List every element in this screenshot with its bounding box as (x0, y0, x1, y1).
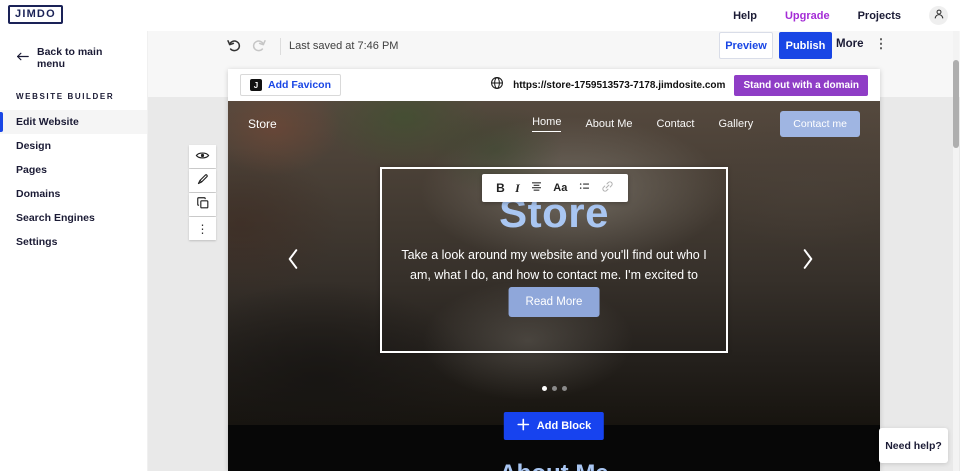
header-links: Help Upgrade Projects (733, 0, 960, 31)
redo-button[interactable] (251, 37, 267, 56)
align-center-button[interactable] (530, 180, 543, 196)
undo-icon (226, 37, 242, 56)
sidebar-item-settings[interactable]: Settings (0, 230, 147, 254)
upgrade-link[interactable]: Upgrade (785, 10, 830, 22)
more-label: More (836, 38, 863, 50)
sidebar-item-label: Design (16, 140, 51, 152)
bold-button[interactable]: B (496, 181, 505, 195)
scrollbar-track[interactable] (953, 31, 959, 471)
site-url-group: https://store-1759513573-7178.jimdosite.… (490, 75, 868, 96)
read-more-button[interactable]: Read More (509, 287, 600, 317)
carousel-next-button[interactable] (801, 248, 815, 273)
projects-link[interactable]: Projects (858, 10, 901, 22)
site-navbar: Store Home About Me Contact Gallery Cont… (228, 101, 880, 147)
carousel-dot-3[interactable] (562, 386, 567, 391)
kebab-menu-icon: ⋮ (874, 37, 887, 50)
undo-button[interactable] (226, 37, 242, 56)
favicon-bar: J Add Favicon https://store-1759513573-7… (228, 69, 880, 101)
sidebar-item-pages[interactable]: Pages (0, 158, 147, 182)
user-avatar[interactable] (929, 6, 948, 25)
nav-link-home[interactable]: Home (532, 116, 561, 132)
hide-block-button[interactable] (189, 145, 216, 168)
scrollbar-thumb[interactable] (953, 60, 959, 148)
sidebar: Back to main menu WEBSITE BUILDER Edit W… (0, 31, 148, 471)
domain-cta-button[interactable]: Stand out with a domain (734, 75, 868, 96)
chevron-left-icon (286, 258, 300, 273)
nav-link-contact[interactable]: Contact (657, 118, 695, 130)
website-preview: J Add Favicon https://store-1759513573-7… (228, 69, 880, 471)
nav-link-gallery[interactable]: Gallery (718, 118, 753, 130)
sidebar-section-title: WEBSITE BUILDER (0, 83, 147, 110)
kebab-menu-icon: ⋮ (197, 223, 209, 235)
sidebar-item-label: Settings (16, 236, 57, 248)
last-saved-status: Last saved at 7:46 PM (289, 40, 398, 52)
redo-icon (251, 37, 267, 56)
add-favicon-label: Add Favicon (268, 79, 331, 91)
sidebar-item-design[interactable]: Design (0, 134, 147, 158)
add-block-button[interactable]: Add Block (504, 412, 604, 440)
person-icon (933, 7, 945, 25)
need-help-button[interactable]: Need help? (879, 428, 948, 463)
font-style-button[interactable]: Aa (553, 182, 567, 194)
plus-icon (517, 418, 530, 434)
top-header: JIMDO Help Upgrade Projects (0, 0, 960, 31)
list-icon (578, 180, 591, 196)
chevron-right-icon (801, 258, 815, 273)
next-section-title-partial: About Me (499, 462, 608, 471)
back-label: Back to main menu (37, 46, 131, 70)
hero-block[interactable]: Store Home About Me Contact Gallery Cont… (228, 101, 880, 425)
main-area: Last saved at 7:46 PM Preview Publish Mo… (148, 31, 960, 471)
favicon-placeholder-icon: J (250, 79, 262, 91)
contact-me-button[interactable]: Contact me (780, 111, 860, 137)
site-brand[interactable]: Store (248, 117, 277, 131)
block-more-button[interactable]: ⋮ (189, 217, 216, 240)
site-nav-links: Home About Me Contact Gallery (532, 116, 753, 132)
sidebar-item-label: Pages (16, 164, 47, 176)
text-format-toolbar: B I Aa (482, 174, 628, 202)
copy-icon (196, 196, 210, 213)
carousel-dots (228, 386, 880, 391)
jimdo-editor: JIMDO Help Upgrade Projects Back to main (0, 0, 960, 471)
preview-button[interactable]: Preview (719, 32, 773, 59)
back-to-main-menu[interactable]: Back to main menu (0, 31, 147, 83)
sidebar-item-search-engines[interactable]: Search Engines (0, 206, 147, 230)
duplicate-block-button[interactable] (189, 193, 216, 216)
help-link[interactable]: Help (733, 10, 757, 22)
link-icon (601, 180, 614, 196)
style-block-button[interactable] (189, 169, 216, 192)
back-arrow-icon (16, 52, 29, 64)
add-favicon-button[interactable]: J Add Favicon (240, 74, 341, 96)
jimdo-logo[interactable]: JIMDO (8, 5, 63, 24)
carousel-dot-1[interactable] (542, 386, 547, 391)
sidebar-item-domains[interactable]: Domains (0, 182, 147, 206)
globe-icon (490, 76, 504, 95)
align-center-icon (530, 180, 543, 196)
site-url[interactable]: https://store-1759513573-7178.jimdosite.… (513, 80, 725, 91)
sidebar-nav: Edit Website Design Pages Domains Search… (0, 110, 147, 254)
italic-button[interactable]: I (515, 181, 520, 196)
list-button[interactable] (578, 180, 591, 196)
sidebar-item-edit-website[interactable]: Edit Website (0, 110, 147, 134)
eye-icon (195, 148, 210, 166)
more-button[interactable]: More ⋮ (836, 37, 887, 50)
carousel-dot-2[interactable] (552, 386, 557, 391)
sidebar-item-label: Search Engines (16, 212, 95, 224)
sidebar-item-label: Domains (16, 188, 60, 200)
link-button[interactable] (601, 180, 614, 196)
nav-link-about-me[interactable]: About Me (585, 118, 632, 130)
block-tools: ⋮ (189, 145, 216, 240)
carousel-prev-button[interactable] (286, 248, 300, 273)
add-block-label: Add Block (537, 420, 591, 432)
publish-button[interactable]: Publish (779, 32, 832, 59)
toolbar-divider (280, 38, 281, 55)
sidebar-item-label: Edit Website (16, 116, 79, 128)
style-brush-icon (196, 172, 210, 189)
